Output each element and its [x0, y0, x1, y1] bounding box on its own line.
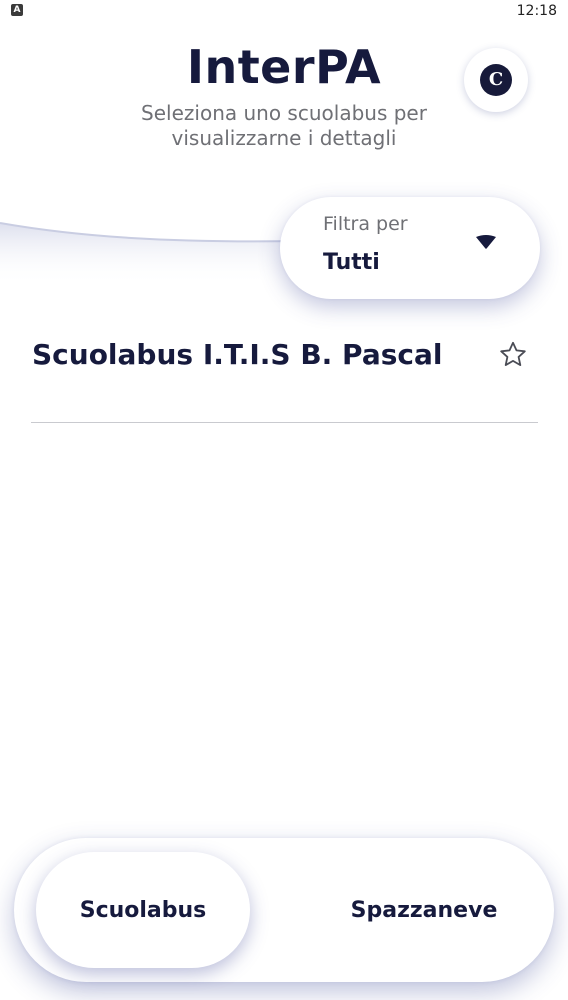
tab-spazzaneve-label: Spazzaneve: [350, 897, 498, 923]
list-item[interactable]: Scuolabus I.T.I.S B. Pascal: [31, 330, 538, 423]
profile-avatar: C: [480, 64, 512, 96]
tab-scuolabus-label: Scuolabus: [79, 897, 207, 923]
app-subtitle: Seleziona uno scuolabus per visualizzarn…: [141, 101, 427, 150]
tab-scuolabus[interactable]: Scuolabus: [36, 852, 250, 968]
bottom-nav: Scuolabus Spazzaneve: [14, 838, 554, 982]
notification-app-icon: A: [11, 4, 23, 16]
star-outline-icon[interactable]: [498, 340, 528, 370]
profile-button[interactable]: C: [464, 48, 528, 112]
status-bar: A 12:18: [0, 0, 568, 22]
filter-label: Filtra per: [323, 213, 408, 235]
status-time: 12:18: [516, 3, 557, 19]
caret-down-icon: [476, 235, 496, 249]
filter-dropdown[interactable]: Filtra per Tutti: [280, 197, 540, 299]
filter-selected-value: Tutti: [323, 250, 380, 275]
list-item-title: Scuolabus I.T.I.S B. Pascal: [32, 338, 443, 371]
tab-spazzaneve[interactable]: Spazzaneve: [314, 852, 534, 968]
